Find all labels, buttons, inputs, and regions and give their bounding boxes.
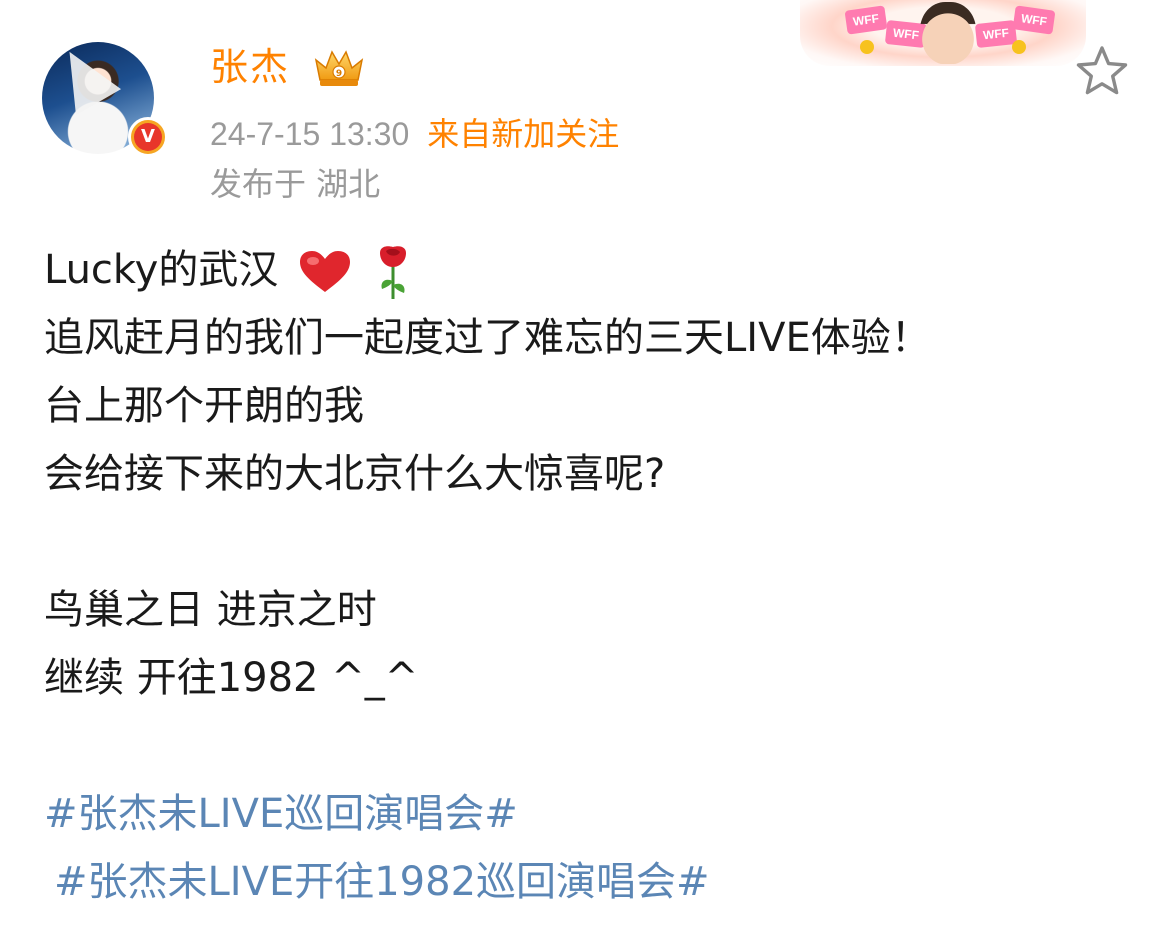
username[interactable]: 张杰 bbox=[210, 42, 290, 92]
svg-text:9: 9 bbox=[336, 69, 342, 79]
post-line-5: 鸟巢之日 进京之时 bbox=[44, 587, 377, 633]
sparkle-dot bbox=[1012, 40, 1026, 54]
post-line-1-text: Lucky的武汉 bbox=[44, 247, 279, 293]
hashtag-line-1: #张杰未LIVE巡回演唱会# bbox=[44, 780, 1144, 848]
post-content: Lucky的武汉 追风赶月的我们一起度过了难忘的三天LIVE体验！ 台上那个开朗… bbox=[44, 236, 1144, 916]
hashtag-link[interactable]: #张杰未LIVE巡回演唱会# bbox=[44, 791, 518, 837]
weibo-post: V 张杰 9 24-7-15 13:30 来自新加关注 发布于 湖北 WFF WF… bbox=[0, 0, 1170, 948]
crown-badge-icon[interactable]: 9 bbox=[312, 44, 366, 90]
post-line-4: 会给接下来的大北京什么大惊喜呢? bbox=[44, 451, 666, 497]
post-line-2: 追风赶月的我们一起度过了难忘的三天LIVE体验！ bbox=[44, 315, 931, 361]
post-source[interactable]: 来自新加关注 bbox=[427, 115, 619, 153]
red-heart-emoji bbox=[300, 251, 351, 292]
cartoon-face-icon bbox=[920, 2, 976, 64]
verified-v-icon: V bbox=[128, 117, 168, 157]
sparkle-dot bbox=[860, 40, 874, 54]
hashtag-link[interactable]: #张杰未LIVE开往1982巡回演唱会# bbox=[54, 859, 710, 905]
wff-sticker-3: WFF bbox=[974, 19, 1018, 49]
wff-sticker-4: WFF bbox=[1012, 5, 1056, 35]
post-line-1: Lucky的武汉 bbox=[44, 236, 1144, 304]
hashtag-line-2: #张杰未LIVE开往1982巡回演唱会# bbox=[44, 848, 1144, 916]
post-line-3: 台上那个开朗的我 bbox=[44, 383, 364, 429]
profile-banner-decoration: WFF WFF WFF WFF bbox=[800, 0, 1086, 66]
star-outline-icon[interactable] bbox=[1074, 44, 1130, 98]
post-line-6: 继续 开往1982 ^_^ bbox=[44, 655, 419, 701]
post-location: 发布于 湖北 bbox=[210, 165, 381, 203]
avatar-paper-plane bbox=[46, 42, 122, 116]
rose-emoji bbox=[379, 246, 406, 299]
wff-sticker-1: WFF bbox=[844, 5, 888, 35]
post-timestamp: 24-7-15 13:30 bbox=[210, 116, 410, 152]
meta-line: 24-7-15 13:30 来自新加关注 bbox=[210, 112, 619, 156]
